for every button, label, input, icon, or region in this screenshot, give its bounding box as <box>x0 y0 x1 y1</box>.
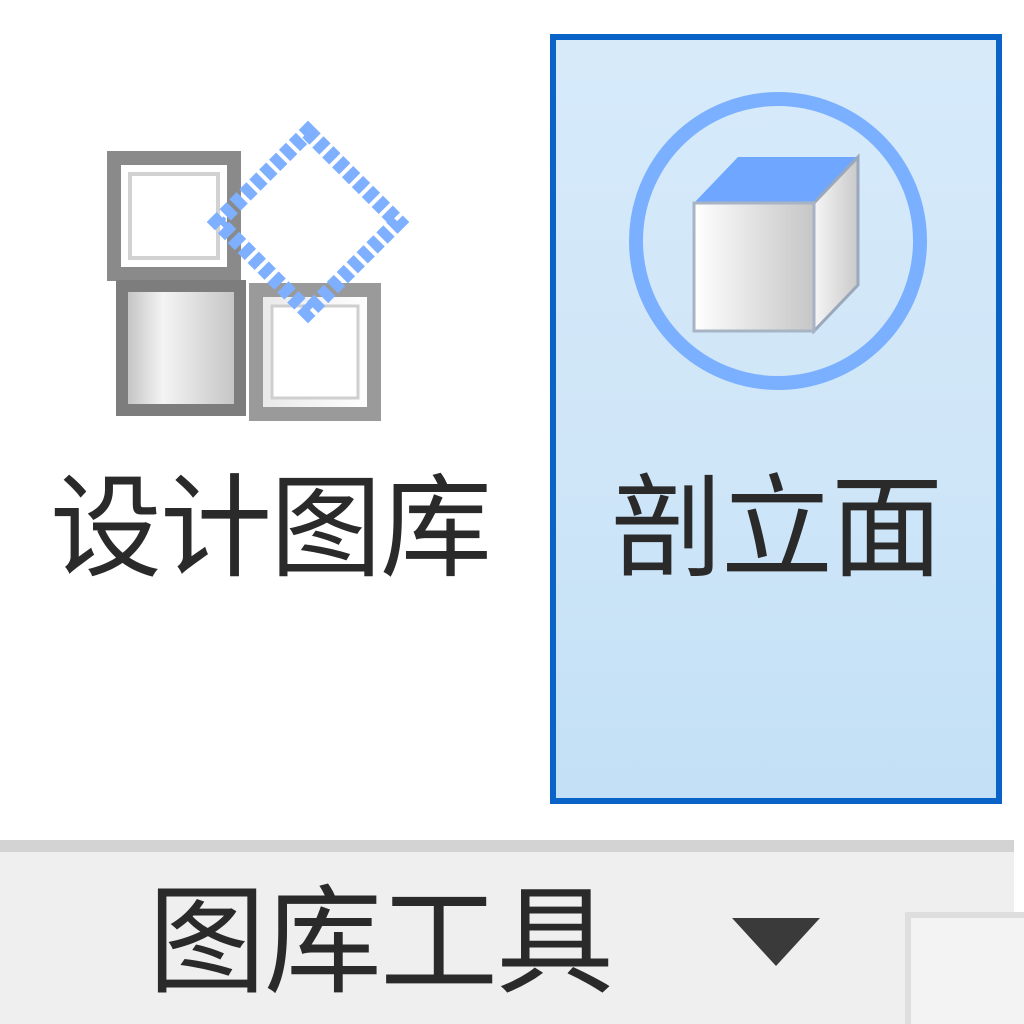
ribbon-panel: 设计图库 剖立面 <box>0 0 1024 840</box>
adjacent-panel <box>905 912 1024 1024</box>
design-library-button[interactable]: 设计图库 <box>0 34 540 804</box>
elevation-label: 剖立面 <box>611 464 943 594</box>
design-library-label: 设计图库 <box>50 464 492 594</box>
group-label: 图库工具 <box>148 873 614 1011</box>
elevation-cube-icon <box>629 92 927 390</box>
group-bar: 图库工具 <box>0 840 1014 1024</box>
design-library-icon <box>107 120 410 421</box>
chevron-down-icon[interactable] <box>728 912 824 972</box>
elevation-button[interactable]: 剖立面 <box>550 34 1002 804</box>
